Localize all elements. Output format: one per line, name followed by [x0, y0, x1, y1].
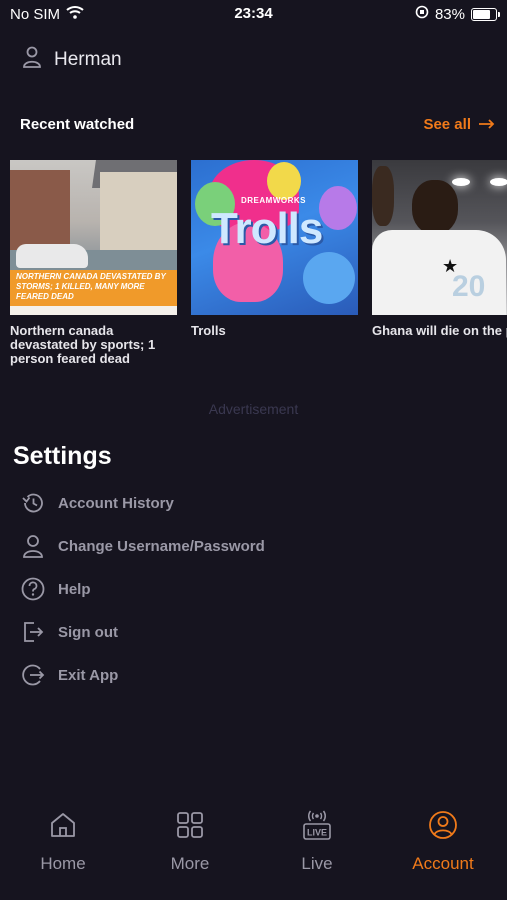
- recent-card[interactable]: NORTHERN CANADA DEVASTATED BY STORMS; 1 …: [10, 160, 177, 366]
- screen: No SIM 23:34 83% Herman Recent watched S…: [0, 0, 507, 900]
- jersey-number: 20: [452, 270, 486, 303]
- menu-item-label: Sign out: [58, 623, 118, 641]
- status-right: 83%: [415, 5, 500, 23]
- thumb-light: [490, 178, 507, 186]
- orientation-lock-icon: [415, 5, 429, 23]
- thumb-car: [16, 244, 88, 268]
- menu-item-label: Help: [58, 580, 91, 598]
- see-all-label: See all: [423, 116, 471, 133]
- menu-item-label: Account History: [58, 494, 174, 512]
- recent-card[interactable]: DREAMWORKS Trolls Trolls: [191, 160, 358, 338]
- thumb-house: [100, 172, 177, 257]
- recent-card-title: Ghana will die on the pitch before givin…: [372, 324, 507, 338]
- menu-item-help[interactable]: Help: [20, 576, 91, 602]
- nav-label: Live: [301, 854, 333, 873]
- news-ticker: [10, 306, 177, 315]
- menu-item-account-history[interactable]: Account History: [20, 490, 174, 516]
- arrow-right-icon: [479, 116, 495, 133]
- recent-thumbnail[interactable]: ★ 20: [372, 160, 507, 315]
- news-banner-text: NORTHERN CANADA DEVASTATED BY STORMS; 1 …: [16, 272, 166, 301]
- advertisement-label: Advertisement: [208, 401, 299, 417]
- movie-logo: Trolls: [211, 204, 323, 253]
- battery-percent: 83%: [434, 5, 465, 23]
- menu-item-sign-out[interactable]: Sign out: [20, 619, 118, 645]
- exit-icon: [20, 662, 46, 688]
- account-icon: [388, 808, 498, 842]
- menu-item-label: Exit App: [58, 666, 119, 684]
- see-all-link[interactable]: See all: [423, 116, 495, 133]
- help-icon: [20, 576, 46, 602]
- menu-item-exit-app[interactable]: Exit App: [20, 662, 118, 688]
- thumb-light: [452, 178, 470, 186]
- battery-fill: [473, 9, 491, 19]
- nav-home[interactable]: Home: [8, 808, 118, 874]
- recent-watched-title: Recent watched: [20, 116, 135, 133]
- thumb-jersey: [372, 230, 506, 315]
- menu-item-change-username-password[interactable]: Change Username/Password: [20, 533, 265, 559]
- recent-thumbnail[interactable]: DREAMWORKS Trolls: [191, 160, 358, 315]
- home-icon: [8, 808, 118, 842]
- svg-text:LIVE: LIVE: [307, 828, 327, 838]
- thumb-player: [412, 180, 458, 234]
- history-icon: [20, 490, 46, 516]
- recent-thumbnail[interactable]: NORTHERN CANADA DEVASTATED BY STORMS; 1 …: [10, 160, 177, 315]
- user-icon: [20, 533, 46, 559]
- nav-label: Account: [412, 854, 474, 873]
- recent-card-title: Northern canada devastated by sports; 1 …: [10, 324, 156, 366]
- sign-out-icon: [20, 619, 46, 645]
- nav-more[interactable]: More: [135, 808, 245, 874]
- nav-label: Home: [40, 854, 86, 873]
- status-bar: No SIM 23:34 83%: [0, 0, 507, 30]
- nav-account[interactable]: Account: [388, 808, 498, 874]
- thumb-character: [319, 186, 357, 230]
- thumb-character: [267, 162, 301, 200]
- user-name: Herman: [54, 48, 122, 70]
- settings-title: Settings: [13, 442, 112, 470]
- grid-icon: [135, 808, 245, 842]
- live-icon: LIVE: [262, 808, 372, 842]
- menu-item-label: Change Username/Password: [58, 537, 265, 555]
- thumb-player: [372, 166, 394, 226]
- thumb-character: [303, 252, 355, 304]
- news-banner: NORTHERN CANADA DEVASTATED BY STORMS; 1 …: [10, 270, 177, 306]
- user-icon: [22, 46, 42, 73]
- recent-card[interactable]: ★ 20 Ghana will die on the pitch before …: [372, 160, 507, 338]
- recent-card-title: Trolls: [191, 324, 226, 338]
- bottom-nav: Home More LIVE Live Account: [0, 800, 507, 900]
- battery-icon: [471, 7, 500, 21]
- user-row[interactable]: Herman: [22, 46, 122, 73]
- recent-carousel[interactable]: NORTHERN CANADA DEVASTATED BY STORMS; 1 …: [10, 160, 507, 370]
- nav-live[interactable]: LIVE Live: [262, 808, 372, 874]
- nav-label: More: [170, 854, 210, 873]
